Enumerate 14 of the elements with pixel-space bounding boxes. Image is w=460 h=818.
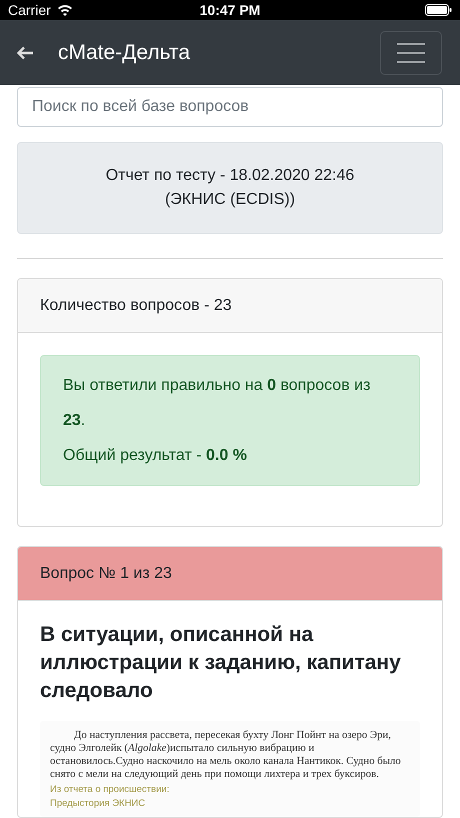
document-paragraph: До наступления рассвета, пересекая бухту Лонг Пойнт на озеро Эри, судно Элголейк (Algolake)испытало сильную вибрацию и остановилось.Судно наскочило на мель около канала Нантикок. Судно было снято с мели на следующий день при помощи лихтера и трех буксиров.: [50, 729, 402, 781]
app-title: cMate-Дельта: [58, 40, 191, 65]
document-note: Предыстория ЭКНИС: [50, 798, 146, 809]
report-title: Отчет по тесту - 18.02.2020 22:46: [106, 167, 354, 185]
result-text: Общий результат - 0.0 %: [63, 446, 248, 466]
question-number: Вопрос № 1 из 23: [40, 564, 172, 582]
carrier-label: Carrier: [8, 2, 51, 18]
question-text: В ситуации, описанной на иллюстрации к заданию, капитану следовало: [40, 622, 402, 704]
question-count: Количество вопросов - 23: [40, 296, 232, 314]
search-field[interactable]: Поиск по всей базе вопросов: [17, 87, 443, 127]
clock-time: 10:47 PM: [200, 2, 260, 18]
document-note: Из отчета о происшествии:: [50, 784, 170, 795]
result-text: Вы ответили правильно на 0 вопросов из 23.: [63, 376, 372, 431]
report-title: (ЭКНИС (ECDIS)): [164, 191, 296, 209]
